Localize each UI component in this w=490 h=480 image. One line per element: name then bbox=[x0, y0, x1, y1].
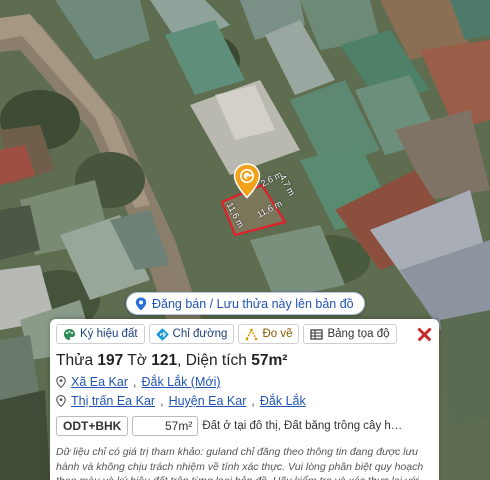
plot-number: 197 bbox=[97, 352, 124, 369]
address-old: Thị trấn Ea Kar, Huyện Ea Kar, Đắk Lắk bbox=[56, 394, 433, 408]
area-value: 57m² bbox=[251, 352, 288, 369]
plot-prefix: Thửa bbox=[56, 352, 98, 369]
directions-icon bbox=[156, 328, 168, 340]
land-symbol-button[interactable]: Ký hiệu đất bbox=[56, 324, 145, 344]
land-symbol-label: Ký hiệu đất bbox=[80, 328, 138, 340]
land-use-row: ODT+BHK 57m² Đất ở tại đô thị, Đất bằng … bbox=[56, 416, 433, 436]
measure-draw-button[interactable]: Đo vẽ bbox=[238, 324, 300, 344]
directions-button[interactable]: Chỉ đường bbox=[148, 324, 235, 344]
coordinate-table-label: Bảng tọa độ bbox=[327, 328, 390, 340]
measure-icon bbox=[246, 327, 258, 340]
province-old-link[interactable]: Đắk Lắk bbox=[260, 394, 306, 408]
parcel-title: Thửa 197 Tờ 121, Diện tích 57m² bbox=[56, 352, 433, 370]
land-use-description: Đất ở tại đô thị, Đất bằng trồng cây hàn… bbox=[202, 420, 402, 432]
sheet-prefix: Tờ bbox=[123, 352, 152, 369]
land-use-area: 57m² bbox=[132, 416, 199, 436]
district-link[interactable]: Huyện Ea Kar bbox=[169, 394, 247, 408]
guland-marker-icon[interactable] bbox=[233, 163, 261, 199]
panel-toolbar: Ký hiệu đất Chỉ đường Đo vẽ Bảng tọa độ bbox=[56, 323, 433, 345]
land-use-code: ODT+BHK bbox=[56, 416, 129, 436]
location-pin-icon bbox=[56, 395, 66, 407]
address-separator: , bbox=[132, 375, 137, 389]
sheet-number: 121 bbox=[151, 352, 178, 369]
map-pin-icon bbox=[135, 297, 147, 310]
commune-link[interactable]: Xã Ea Kar bbox=[71, 375, 128, 389]
area-prefix: , Diện tích bbox=[177, 352, 252, 369]
town-link[interactable]: Thị trấn Ea Kar bbox=[71, 394, 155, 408]
address-separator: , bbox=[251, 394, 255, 408]
location-pin-icon bbox=[56, 376, 66, 388]
coordinate-table-button[interactable]: Bảng tọa độ bbox=[303, 324, 397, 344]
close-icon[interactable] bbox=[415, 325, 433, 343]
parcel-info-panel: Ký hiệu đất Chỉ đường Đo vẽ Bảng tọa độ … bbox=[50, 319, 439, 480]
table-icon bbox=[310, 328, 324, 340]
province-new-link[interactable]: Đắk Lắk (Mới) bbox=[141, 375, 220, 389]
palette-icon bbox=[64, 328, 75, 340]
post-listing-button[interactable]: Đăng bán / Lưu thửa này lên bản đồ bbox=[126, 292, 365, 315]
post-listing-label: Đăng bán / Lưu thửa này lên bản đồ bbox=[152, 296, 354, 311]
address-new: Xã Ea Kar, Đắk Lắk (Mới) bbox=[56, 375, 433, 389]
measure-draw-label: Đo vẽ bbox=[262, 328, 293, 340]
address-separator: , bbox=[160, 394, 164, 408]
directions-label: Chỉ đường bbox=[172, 328, 228, 340]
disclaimer-text: Dữ liệu chỉ có giá trị tham khảo: guland… bbox=[56, 446, 424, 480]
